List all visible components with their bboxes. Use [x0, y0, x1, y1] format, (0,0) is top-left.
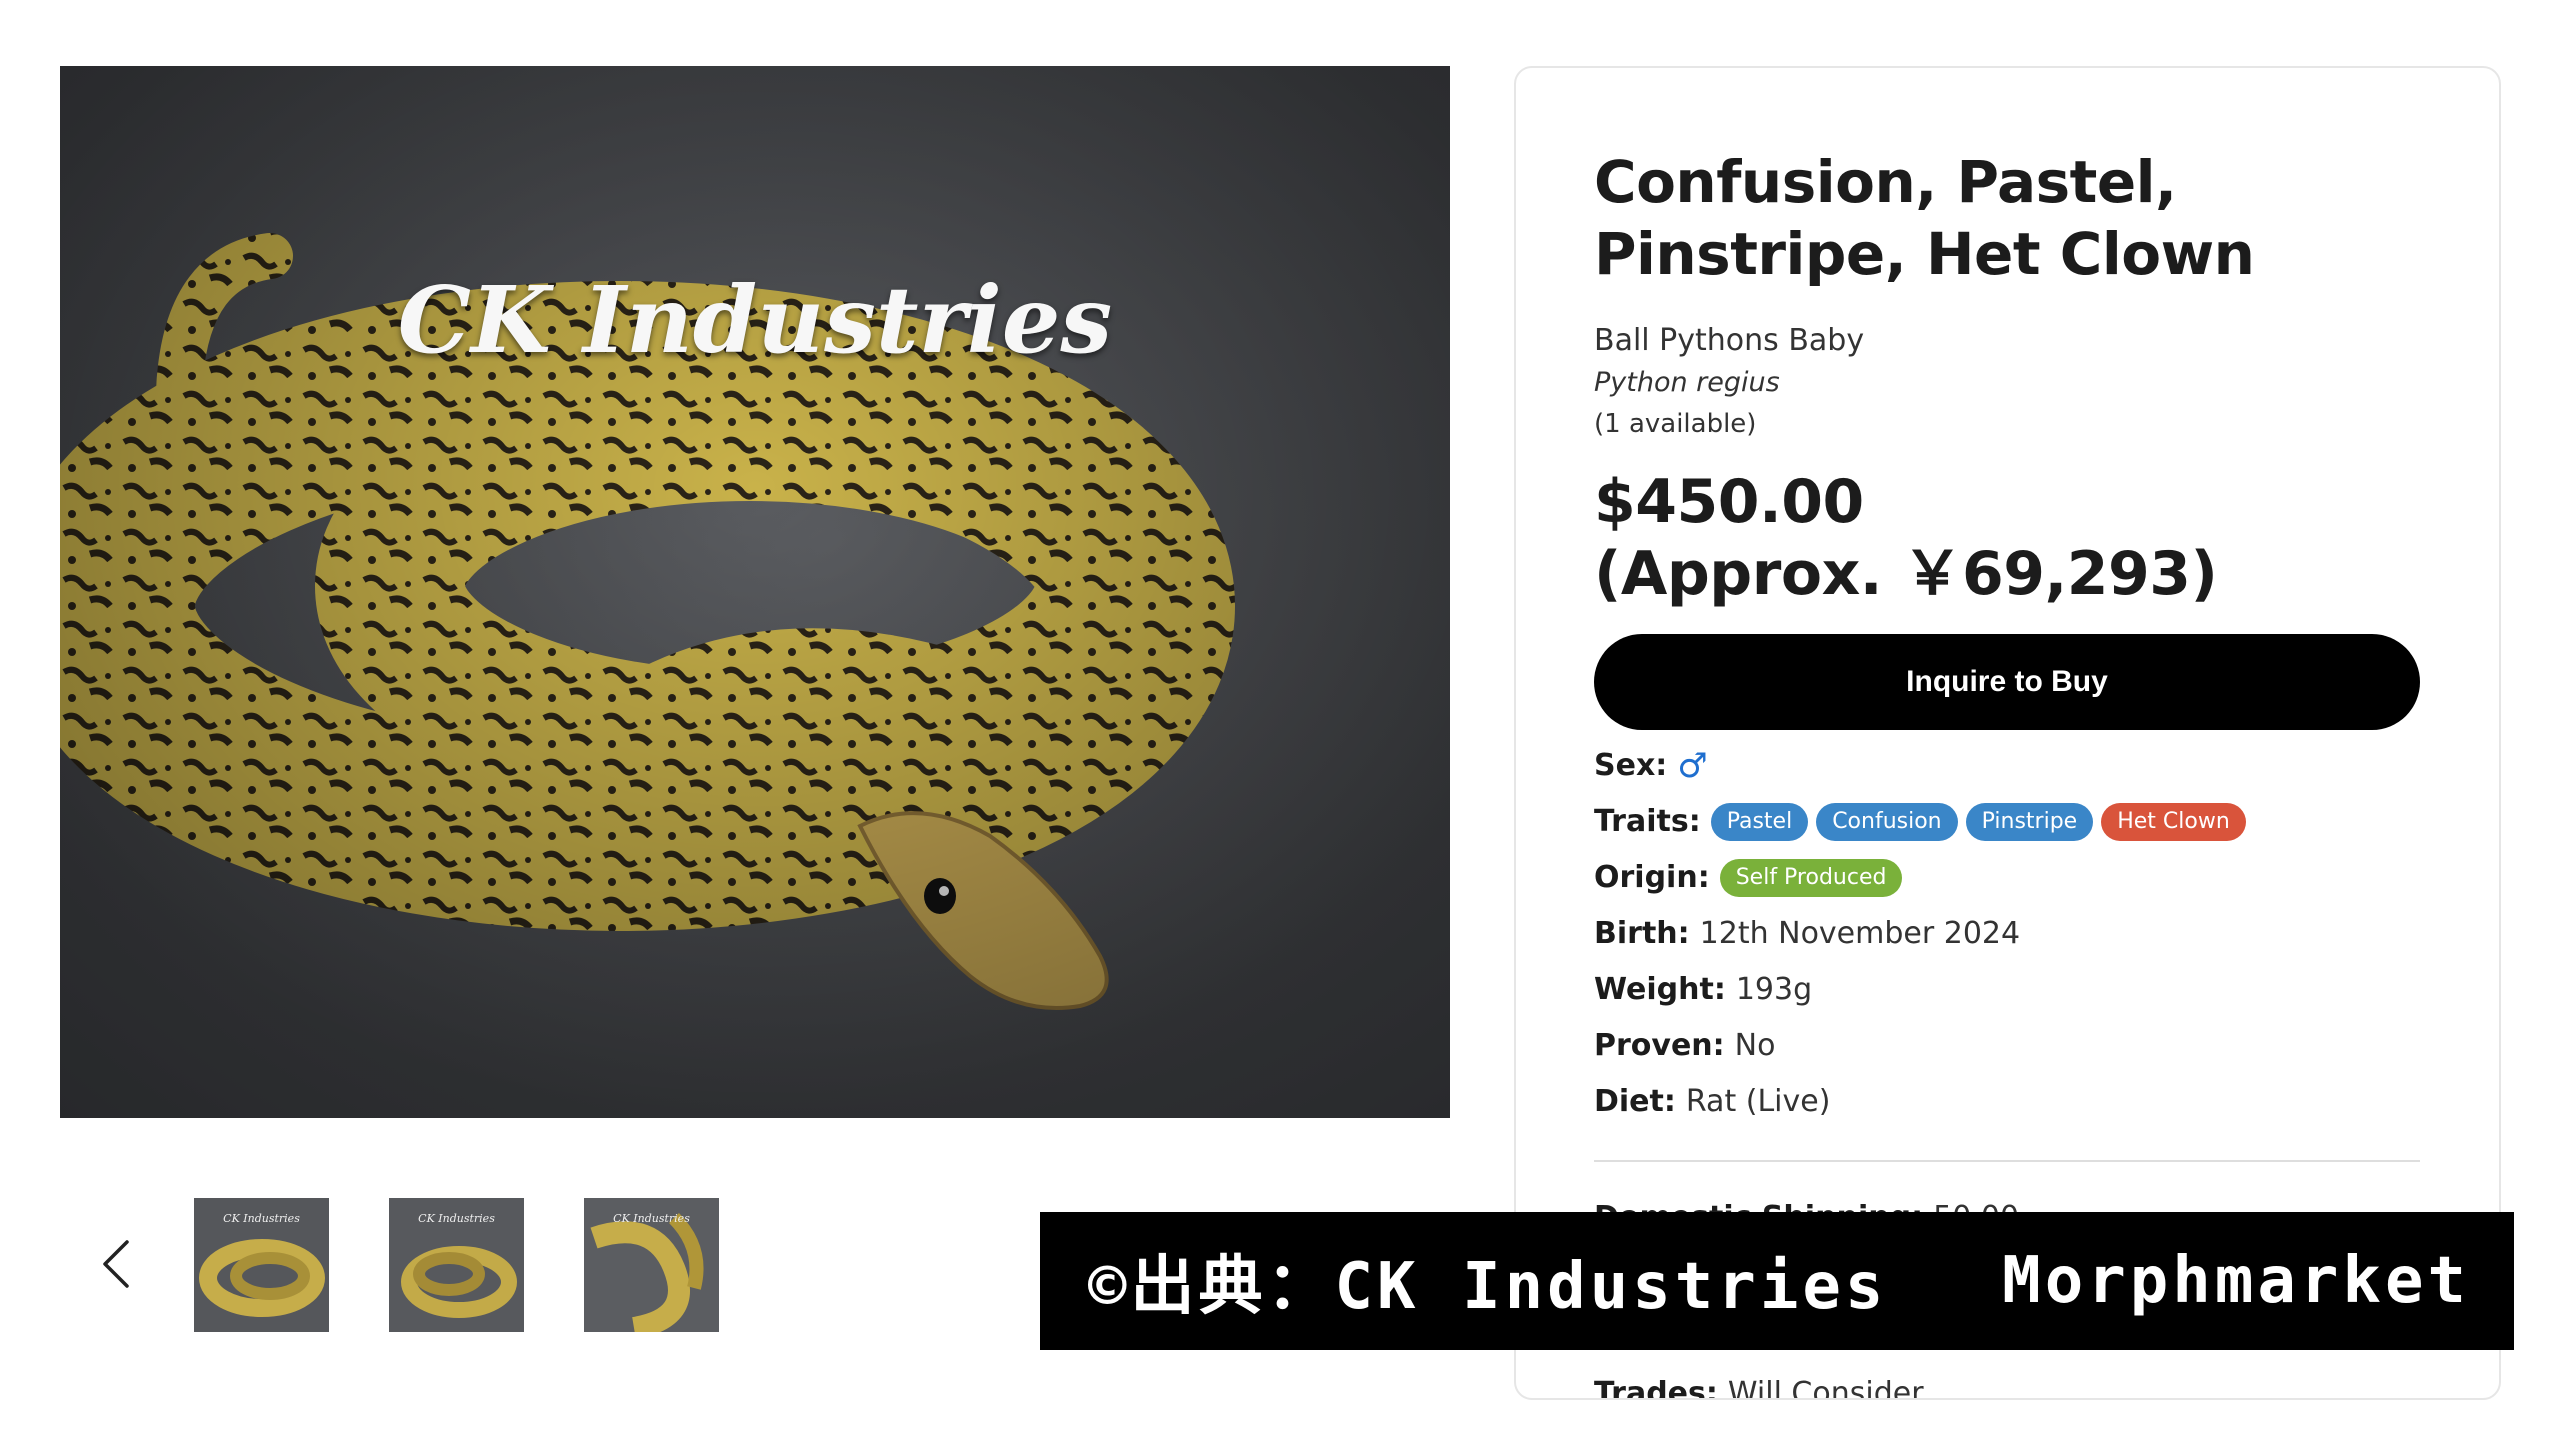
trait-badge-pastel[interactable]: Pastel [1710, 803, 1809, 841]
thumbnail-watermark: CK Industries [223, 1212, 300, 1225]
origin-badge: Self Produced [1719, 859, 1903, 897]
thumbnail-2[interactable]: CK Industries [389, 1198, 524, 1332]
origin-label: Origin: [1594, 860, 1710, 895]
birth-row: Birth: 12th November 2024 [1594, 914, 2420, 954]
gallery-prev-button[interactable] [92, 1232, 140, 1296]
chevron-left-icon [103, 1240, 129, 1288]
thumbnail-watermark: CK Industries [418, 1212, 495, 1225]
diet-row: Diet: Rat (Live) [1594, 1082, 2420, 1122]
inquire-to-buy-button[interactable]: Inquire to Buy [1594, 634, 2420, 730]
birth-label: Birth: [1594, 916, 1690, 951]
diet-value: Rat (Live) [1685, 1084, 1831, 1119]
birth-value: 12th November 2024 [1699, 916, 2021, 951]
source-banner: ©出典：CK Industries Morphmarket [1040, 1212, 2514, 1350]
diet-label: Diet: [1594, 1084, 1676, 1119]
weight-row: Weight: 193g [1594, 970, 2420, 1010]
traits-row: Traits: Pastel Confusion Pinstripe Het C… [1594, 802, 2420, 842]
product-title: Confusion, Pastel, Pinstripe, Het Clown [1594, 148, 2255, 288]
male-icon: ♂ [1677, 746, 1708, 786]
thumbnail-1[interactable]: CK Industries [194, 1198, 329, 1332]
trait-badge-pinstripe[interactable]: Pinstripe [1965, 803, 2094, 841]
price-approx: (Approx. ￥69,293) [1594, 539, 2218, 609]
trait-badge-confusion[interactable]: Confusion [1816, 803, 1958, 841]
source-credit: ©出典：CK Industries [1088, 1250, 1888, 1324]
trades-label: Trades: [1594, 1376, 1718, 1400]
thumbnail-3[interactable]: CK Industries [584, 1198, 719, 1332]
product-card: Confusion, Pastel, Pinstripe, Het Clown … [1514, 66, 2501, 1400]
trades-value: Will Consider [1727, 1376, 1924, 1400]
sex-row: Sex: ♂ [1594, 746, 2420, 786]
main-product-photo[interactable]: CK Industries [60, 66, 1450, 1118]
snake-illustration [60, 66, 1450, 1118]
proven-label: Proven: [1594, 1028, 1725, 1063]
trades-row: Trades: Will Consider [1594, 1374, 1924, 1400]
traits-label: Traits: [1594, 804, 1701, 839]
photo-watermark: CK Industries [397, 266, 1113, 374]
weight-label: Weight: [1594, 972, 1726, 1007]
weight-value: 193g [1735, 972, 1813, 1007]
price-usd: $450.00 [1594, 467, 1864, 537]
proven-value: No [1734, 1028, 1776, 1063]
section-divider [1594, 1160, 2420, 1162]
latin-name: Python regius [1594, 367, 1780, 398]
availability: (1 available) [1594, 409, 1757, 439]
product-category: Ball Pythons Baby [1594, 323, 1865, 358]
price: $450.00 (Approx. ￥69,293) [1594, 466, 2420, 610]
thumbnail-watermark: CK Industries [613, 1212, 690, 1225]
source-site: Morphmarket [2002, 1244, 2470, 1318]
origin-row: Origin: Self Produced [1594, 858, 2420, 898]
sex-label: Sex: [1594, 748, 1668, 783]
trait-badge-het-clown[interactable]: Het Clown [2101, 803, 2246, 841]
proven-row: Proven: No [1594, 1026, 2420, 1066]
